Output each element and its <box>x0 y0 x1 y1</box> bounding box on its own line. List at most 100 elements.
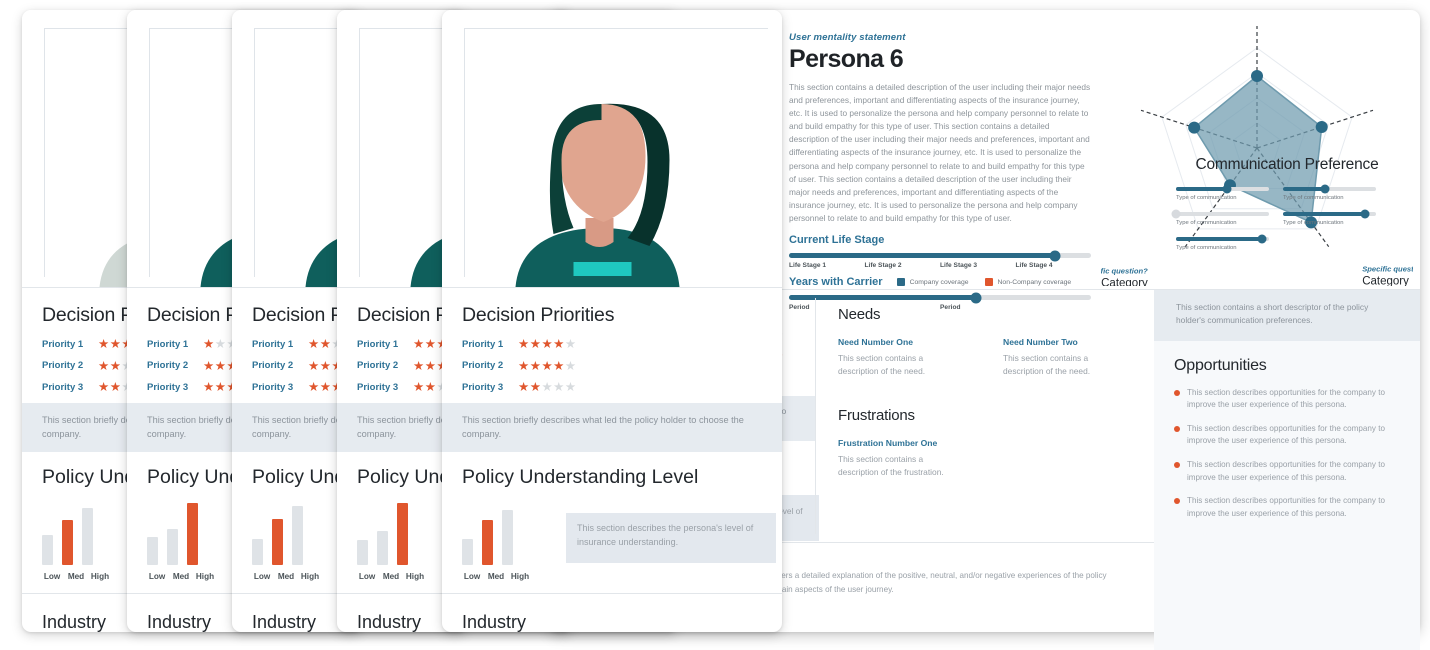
policy-understanding-bar <box>502 510 513 565</box>
opportunities-title: Opportunities <box>1174 356 1267 374</box>
policy-understanding-bar <box>62 520 73 565</box>
policy-understanding-bar <box>462 538 473 565</box>
policy-understanding-bar-label: High <box>195 572 215 581</box>
legend-swatch <box>984 278 993 287</box>
communication-slider-track[interactable] <box>1176 234 1269 244</box>
communication-slider[interactable]: Type of communication <box>1283 184 1376 201</box>
policy-understanding-bar-chart <box>357 503 453 565</box>
list-item: Frustration Number One This section conta… <box>838 438 963 480</box>
priority-label: Priority 1 <box>462 338 504 350</box>
policy-understanding-axis-labels: Low Med High <box>462 572 562 581</box>
communication-slider-label: Type of communication <box>1176 195 1237 201</box>
priority-label: Priority 1 <box>357 338 399 350</box>
life-stage-slider-knob[interactable] <box>1049 250 1061 262</box>
policy-understanding-bar <box>292 506 303 565</box>
policy-understanding-bar-label: High <box>405 572 425 581</box>
legend-swatch <box>896 278 905 287</box>
policy-understanding-bar <box>82 507 93 565</box>
opportunities-panel: Opportunities This section describes opp… <box>1154 340 1420 650</box>
frustrations-list: Frustration Number One This section conta… <box>838 438 1132 480</box>
bullet-dot-icon <box>1174 389 1180 396</box>
policy-understanding-bar <box>482 520 493 565</box>
priority-label: Priority 2 <box>462 360 504 372</box>
need-title: Need Number Two <box>1003 337 1078 347</box>
bullet-dot-icon <box>1174 498 1180 505</box>
communication-slider-knob[interactable] <box>1320 184 1330 194</box>
opportunity-text: This section describes opportunities for… <box>1187 460 1385 482</box>
communication-slider[interactable]: Type of communication <box>1171 209 1269 226</box>
needs-title: Needs <box>838 306 881 323</box>
frustration-title: Frustration Number One <box>838 437 938 448</box>
policy-understanding-bar-chart <box>42 503 138 565</box>
coverage-legend: Company coverage Non-Company coverage <box>896 278 1071 287</box>
persona-board: Decision PrioritiesPriority 1★★★★★Priori… <box>0 0 1430 650</box>
communication-slider-knob[interactable] <box>1360 209 1370 219</box>
years-with-carrier-title: Years with Carrier <box>789 276 883 289</box>
communication-slider-label: Type of communication <box>1176 245 1237 251</box>
priority-label: Priority 2 <box>357 360 399 372</box>
industry-experience-panel: IndustryExperience <box>442 593 782 632</box>
opportunity-text: This section describes opportunities for… <box>1187 387 1385 410</box>
priority-label: Priority 3 <box>42 381 84 393</box>
communication-slider-knob[interactable] <box>1171 209 1181 219</box>
communication-slider-track[interactable] <box>1283 209 1376 219</box>
policy-understanding-bar-label: Low <box>463 572 481 581</box>
policy-understanding-bar-chart <box>252 503 348 565</box>
opportunities-list: This section describes opportunities for… <box>1174 387 1400 520</box>
need-title: Need Number One <box>838 337 913 347</box>
policy-understanding-bar-label: Low <box>358 572 376 581</box>
policy-understanding-bar-label: High <box>300 572 320 581</box>
star-rating: ★★★★★ <box>518 358 577 373</box>
list-item: This section describes opportunities for… <box>1174 423 1400 448</box>
communication-slider[interactable]: Type of communication <box>1283 209 1376 226</box>
list-item: This section describes opportunities for… <box>1174 459 1400 484</box>
priority-label: Priority 1 <box>147 338 189 350</box>
star-rating: ★★★★★ <box>518 380 577 394</box>
legend-label: Company coverage <box>909 278 969 286</box>
policy-understanding-bar <box>147 537 158 565</box>
policy-understanding-bar <box>252 538 263 565</box>
priority-label: Priority 3 <box>252 381 294 393</box>
communication-slider-knob[interactable] <box>1257 234 1267 244</box>
life-stage-ticks: Life Stage 1 Life Stage 2 Life Stage 3 Life… <box>789 262 1091 269</box>
policy-understanding-note: This section describes the persona's lev… <box>566 513 776 563</box>
communication-slider[interactable]: Type of communication <box>1176 184 1269 201</box>
star-rating: ★★★★★ <box>518 337 577 351</box>
priority-label: Priority 2 <box>147 360 189 372</box>
communication-slider-track[interactable] <box>1176 184 1269 194</box>
policy-understanding-bar-chart <box>462 503 558 565</box>
opportunity-text: This section describes opportunities for… <box>1187 423 1385 446</box>
persona-card-stacked[interactable]: Decision PrioritiesPriority 1★★★★★Priori… <box>442 10 782 632</box>
communication-slider[interactable]: Type of communication <box>1176 234 1269 251</box>
policy-understanding-bar-label: High <box>90 572 110 581</box>
life-stage-title: Current Life Stage <box>789 234 885 247</box>
policy-understanding-bar-chart <box>147 503 243 565</box>
communication-slider-label: Type of communication <box>1283 195 1344 201</box>
communication-slider-knob[interactable] <box>1222 184 1232 194</box>
policy-understanding-bar-label: Med <box>67 572 85 581</box>
priority-list: Priority 1★★★★★Priority 2★★★★★Priority 3… <box>462 338 762 394</box>
needs-list: Need Number One This section contains a d… <box>838 337 1132 379</box>
life-stage-slider[interactable] <box>789 250 1091 262</box>
priority-label: Priority 2 <box>42 360 84 372</box>
persona-side-panel: Communication Preference Type of communi… <box>1154 10 1420 650</box>
frustration-description: This section contains a description of t… <box>838 453 944 478</box>
policy-understanding-bar-label: Low <box>43 572 61 581</box>
communication-preference-title: Communication Preference <box>1195 156 1379 173</box>
policy-understanding-bar <box>397 503 408 565</box>
communication-slider-track[interactable] <box>1283 184 1376 194</box>
policy-understanding-bar-label: Med <box>277 572 295 581</box>
radar-axis-label: Category <box>1101 278 1148 286</box>
priority-label: Priority 1 <box>252 338 294 350</box>
policy-understanding-bar-label: Med <box>382 572 400 581</box>
priority-row: Priority 1 ★★★★★ <box>462 338 762 351</box>
priority-row: Priority 3 ★★★★★ <box>462 381 762 394</box>
policy-understanding-bar <box>357 540 368 565</box>
industry-experience-label: IndustryExperience <box>462 612 527 632</box>
persona-header <box>442 10 782 288</box>
list-item: This section describes opportunities for… <box>1174 495 1400 520</box>
communication-slider-track[interactable] <box>1171 209 1269 219</box>
list-item: Need Number One This section contains a d… <box>838 337 963 379</box>
user-mentality-kicker: User mentality statement <box>789 32 906 43</box>
radar-axis-question: Specific question? <box>1101 267 1148 276</box>
